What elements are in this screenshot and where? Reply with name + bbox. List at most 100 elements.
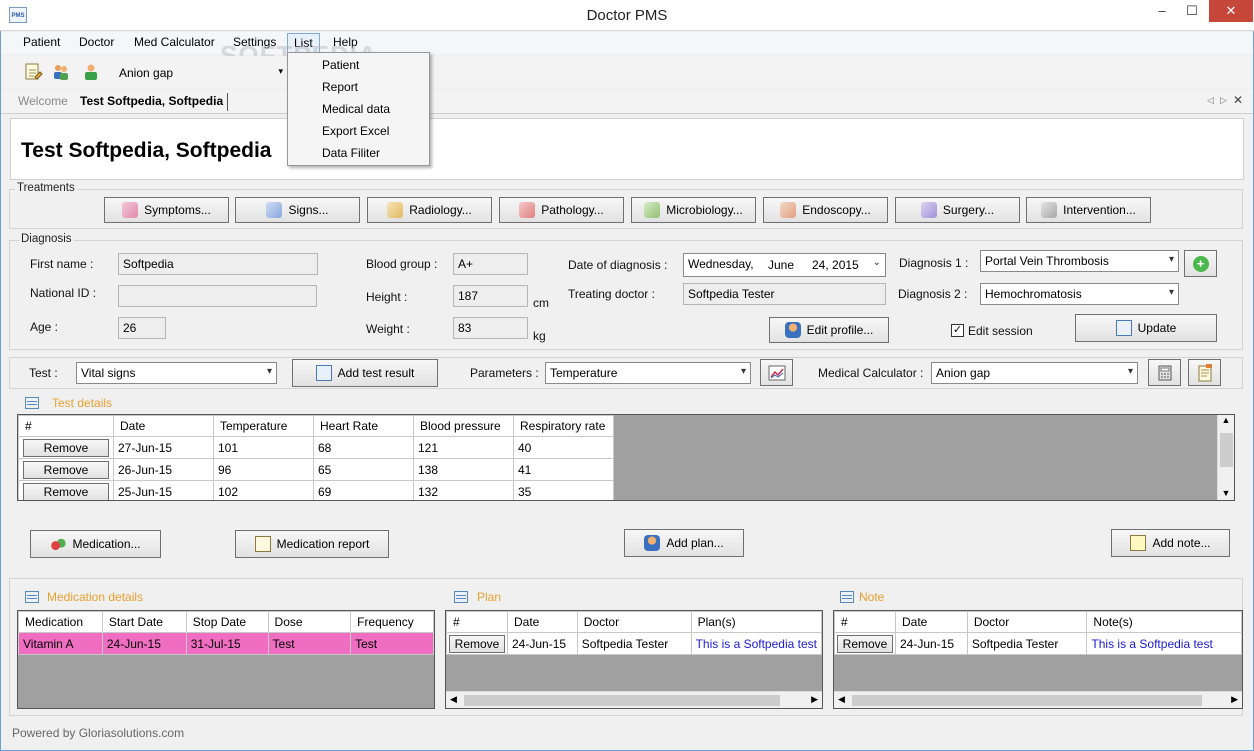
column-header[interactable]: #	[834, 611, 896, 633]
scrollbar-thumb[interactable]	[1220, 433, 1233, 467]
vertical-scrollbar[interactable]: ▲ ▼	[1217, 415, 1234, 500]
edit-profile-button[interactable]: Edit profile...	[769, 317, 889, 343]
remove-row-button[interactable]: Remove	[23, 460, 109, 479]
toolbar-calculator-select[interactable]: Anion gap ▾	[115, 62, 287, 84]
horizontal-scrollbar[interactable]: ◀ ▶	[446, 691, 822, 708]
column-header[interactable]: Date	[507, 611, 578, 633]
list-menu-data-filter[interactable]: Data Filiter	[322, 146, 380, 160]
column-header[interactable]: Date	[895, 611, 968, 633]
add-document-icon	[315, 365, 332, 381]
column-header[interactable]: Date	[113, 415, 214, 437]
column-header[interactable]: Temperature	[213, 415, 314, 437]
column-header[interactable]: Doctor	[576, 611, 692, 633]
menu-doctor[interactable]: Doctor	[79, 35, 114, 49]
scroll-left-icon[interactable]: ◀	[450, 694, 457, 705]
column-header[interactable]: Stop Date	[185, 611, 269, 633]
chart-button[interactable]	[760, 359, 793, 386]
column-header[interactable]: Medication	[18, 611, 103, 633]
list-menu-patient[interactable]: Patient	[322, 58, 359, 72]
column-header[interactable]: Start Date	[101, 611, 187, 633]
column-header[interactable]: #	[446, 611, 508, 633]
cell: 101	[213, 436, 314, 459]
medical-calculator-select[interactable]: Anion gap ▾	[931, 362, 1138, 384]
list-menu-report[interactable]: Report	[322, 80, 358, 94]
scroll-down-icon[interactable]: ▼	[1218, 488, 1234, 498]
remove-row-button[interactable]: Remove	[23, 438, 109, 457]
list-menu-medical-data[interactable]: Medical data	[322, 102, 390, 116]
radiology-button[interactable]: Radiology...	[367, 197, 492, 223]
date-of-diagnosis-picker[interactable]: Wednesday, June 24, 2015 ⌄	[683, 253, 886, 277]
column-header[interactable]: Doctor	[966, 611, 1088, 633]
column-header[interactable]: Heart Rate	[313, 415, 414, 437]
scroll-right-icon[interactable]: ▶	[1231, 694, 1238, 705]
menu-patient[interactable]: Patient	[23, 35, 60, 49]
pathology-button[interactable]: Pathology...	[499, 197, 624, 223]
parameters-select[interactable]: Temperature ▾	[545, 362, 751, 384]
remove-plan-button[interactable]: Remove	[449, 634, 505, 653]
minimize-icon[interactable]: –	[1150, 0, 1174, 22]
column-header[interactable]: Frequency	[350, 611, 434, 633]
column-header[interactable]: Note(s)	[1086, 611, 1242, 633]
scrollbar-thumb[interactable]	[852, 695, 1202, 706]
tab-scroll-right-icon[interactable]: ▷	[1220, 95, 1227, 106]
calculator-button[interactable]	[1148, 359, 1181, 386]
tab-close-icon[interactable]: ✕	[1233, 93, 1243, 107]
tab-patient[interactable]: Test Softpedia, Softpedia	[80, 94, 223, 108]
test-select[interactable]: Vital signs ▾	[76, 362, 277, 384]
tab-welcome[interactable]: Welcome	[18, 94, 68, 108]
doctor-icon[interactable]	[81, 62, 101, 82]
patients-icon[interactable]	[51, 62, 71, 82]
diagnosis-1-select[interactable]: Portal Vein Thrombosis ▾	[980, 250, 1179, 272]
table-row[interactable]: Remove 25-Jun-15 102 69 132 35	[18, 480, 614, 500]
add-test-result-button[interactable]: Add test result	[292, 359, 438, 387]
add-note-button[interactable]: Add note...	[1111, 529, 1230, 557]
medication-button[interactable]: Medication...	[30, 530, 161, 558]
treating-doctor-field[interactable]: Softpedia Tester	[683, 283, 886, 305]
column-header[interactable]: #	[18, 415, 114, 437]
list-menu-export-excel[interactable]: Export Excel	[322, 124, 389, 138]
symptoms-button[interactable]: Symptoms...	[104, 197, 229, 223]
menu-med-calculator[interactable]: Med Calculator	[134, 35, 215, 49]
national-id-field[interactable]	[118, 285, 317, 307]
table-row[interactable]: Remove 27-Jun-15 101 68 121 40	[18, 436, 614, 459]
remove-note-button[interactable]: Remove	[837, 634, 893, 653]
scroll-left-icon[interactable]: ◀	[838, 694, 845, 705]
scroll-up-icon[interactable]: ▲	[1218, 415, 1234, 425]
national-id-label: National ID :	[30, 286, 97, 300]
endoscopy-button[interactable]: Endoscopy...	[763, 197, 888, 223]
table-row[interactable]: Vitamin A 24-Jun-15 31-Jul-15 Test Test	[18, 632, 434, 655]
signs-button[interactable]: Signs...	[235, 197, 360, 223]
horizontal-scrollbar[interactable]: ◀ ▶	[834, 691, 1242, 708]
first-name-field[interactable]: Softpedia	[118, 253, 318, 275]
table-row[interactable]: Remove 24-Jun-15 Softpedia Tester This i…	[446, 632, 822, 655]
blood-group-field[interactable]: A+	[453, 253, 528, 275]
remove-row-button[interactable]: Remove	[23, 482, 109, 500]
medication-report-button[interactable]: Medication report	[235, 530, 389, 558]
new-document-icon[interactable]	[23, 62, 43, 82]
close-icon[interactable]: ✕	[1209, 0, 1253, 22]
add-diagnosis-button[interactable]: +	[1184, 250, 1217, 277]
diagnosis-2-label: Diagnosis 2 :	[898, 287, 968, 301]
add-plan-button[interactable]: Add plan...	[624, 529, 744, 557]
diagnosis-2-select[interactable]: Hemochromatosis ▾	[980, 283, 1179, 305]
surgery-button[interactable]: Surgery...	[895, 197, 1020, 223]
report-button[interactable]	[1188, 359, 1221, 386]
intervention-button[interactable]: Intervention...	[1026, 197, 1151, 223]
medication-details-title: Medication details	[47, 590, 144, 604]
height-field[interactable]: 187	[453, 285, 528, 307]
scroll-right-icon[interactable]: ▶	[811, 694, 818, 705]
maximize-icon[interactable]: ☐	[1180, 0, 1204, 22]
column-header[interactable]: Blood pressure	[413, 415, 514, 437]
column-header[interactable]: Dose	[267, 611, 352, 633]
microbiology-button[interactable]: Microbiology...	[631, 197, 756, 223]
tab-scroll-left-icon[interactable]: ◁	[1207, 95, 1214, 106]
scrollbar-thumb[interactable]	[464, 695, 780, 706]
update-button[interactable]: Update	[1075, 314, 1217, 342]
table-row[interactable]: Remove 26-Jun-15 96 65 138 41	[18, 458, 614, 481]
weight-field[interactable]: 83	[453, 317, 528, 339]
table-row[interactable]: Remove 24-Jun-15 Softpedia Tester This i…	[834, 632, 1242, 655]
age-field[interactable]: 26	[118, 317, 166, 339]
column-header[interactable]: Respiratory rate	[513, 415, 614, 437]
column-header[interactable]: Plan(s)	[690, 611, 822, 633]
edit-session-checkbox[interactable]: ✓	[951, 324, 964, 337]
